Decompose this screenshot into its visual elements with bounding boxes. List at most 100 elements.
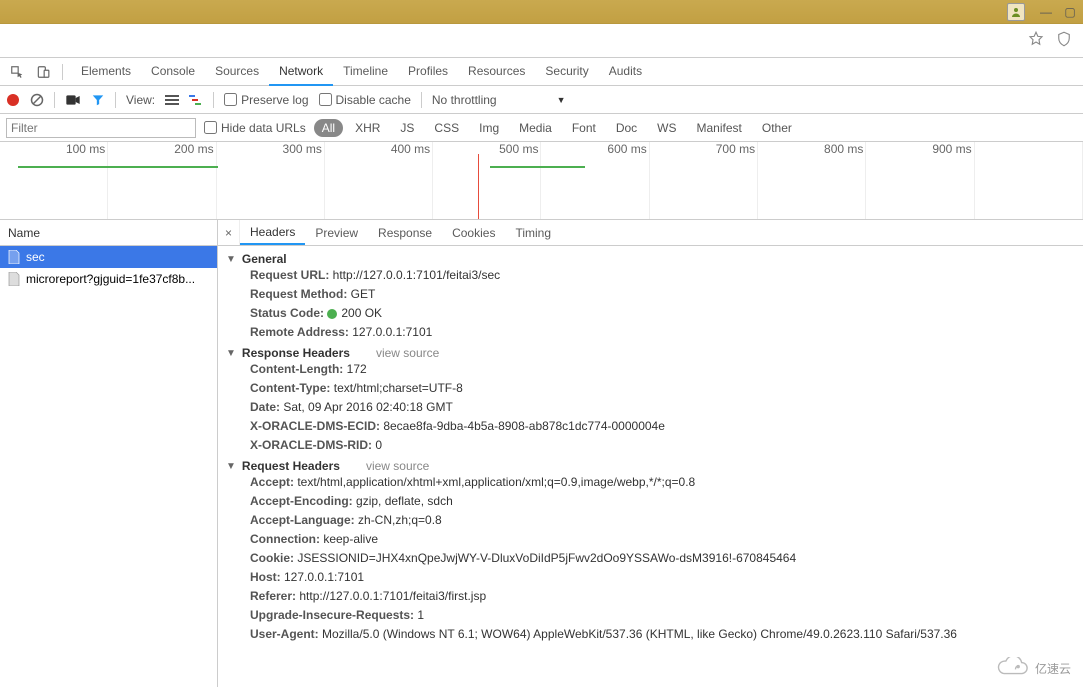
- header-row: Date: Sat, 09 Apr 2016 02:40:18 GMT: [226, 398, 1075, 417]
- timeline-tick: 200 ms: [108, 142, 216, 219]
- file-icon: [8, 250, 20, 264]
- timeline-tick: 800 ms: [758, 142, 866, 219]
- device-mode-icon[interactable]: [32, 61, 54, 83]
- view-waterfall-icon[interactable]: [189, 95, 203, 105]
- view-source-link[interactable]: view source: [366, 459, 429, 473]
- header-row: Connection: keep-alive: [226, 530, 1075, 549]
- request-item[interactable]: sec: [0, 246, 217, 268]
- type-filter-other[interactable]: Other: [754, 119, 800, 137]
- header-row: Status Code: 200 OK: [226, 304, 1075, 323]
- details-tabs: × HeadersPreviewResponseCookiesTiming: [218, 220, 1083, 246]
- headers-section-title[interactable]: ▼General: [226, 252, 1075, 266]
- bookmark-star-icon[interactable]: [1027, 30, 1045, 51]
- name-column: Name sec microreport?gjguid=1fe37cf8b...: [0, 220, 218, 687]
- header-row: Content-Length: 172: [226, 360, 1075, 379]
- timeline-tick: 100 ms: [0, 142, 108, 219]
- separator: [54, 92, 55, 108]
- chevron-down-icon: ▼: [226, 348, 236, 359]
- tab-security[interactable]: Security: [535, 58, 598, 86]
- timeline-tick: 500 ms: [433, 142, 541, 219]
- details-tab-headers[interactable]: Headers: [240, 220, 305, 245]
- record-icon[interactable]: [6, 93, 20, 107]
- details-tab-response[interactable]: Response: [368, 220, 442, 245]
- name-column-header[interactable]: Name: [0, 220, 217, 246]
- hide-data-urls-checkbox[interactable]: Hide data URLs: [204, 121, 306, 135]
- request-item[interactable]: microreport?gjguid=1fe37cf8b...: [0, 268, 217, 290]
- shield-icon[interactable]: [1055, 30, 1073, 51]
- close-details-button[interactable]: ×: [218, 220, 240, 245]
- type-filter-ws[interactable]: WS: [649, 119, 684, 137]
- header-row: Referer: http://127.0.0.1:7101/feitai3/f…: [226, 587, 1075, 606]
- type-filter-font[interactable]: Font: [564, 119, 604, 137]
- details-tab-cookies[interactable]: Cookies: [442, 220, 505, 245]
- filter-icon[interactable]: [91, 93, 105, 107]
- header-row: Accept: text/html,application/xhtml+xml,…: [226, 473, 1075, 492]
- header-row: Request Method: GET: [226, 285, 1075, 304]
- view-source-link[interactable]: view source: [376, 346, 439, 360]
- window-titlebar: — ▢: [0, 0, 1083, 24]
- tab-network[interactable]: Network: [269, 58, 333, 86]
- view-list-icon[interactable]: [165, 95, 179, 105]
- main-area: Name secmicroreport?gjguid=1fe37cf8b... …: [0, 220, 1083, 687]
- header-row: Cookie: JSESSIONID=JHX4xnQpeJwjWY-V-Dlux…: [226, 549, 1075, 568]
- header-row: X-ORACLE-DMS-RID: 0: [226, 436, 1075, 455]
- header-row: Upgrade-Insecure-Requests: 1: [226, 606, 1075, 625]
- separator: [62, 64, 63, 80]
- address-bar: [0, 24, 1083, 58]
- type-filter-media[interactable]: Media: [511, 119, 560, 137]
- tab-console[interactable]: Console: [141, 58, 205, 86]
- header-row: User-Agent: Mozilla/5.0 (Windows NT 6.1;…: [226, 625, 1075, 644]
- type-filter-img[interactable]: Img: [471, 119, 507, 137]
- chevron-down-icon: ▼: [226, 254, 236, 265]
- timeline-tick: 400 ms: [325, 142, 433, 219]
- tab-profiles[interactable]: Profiles: [398, 58, 458, 86]
- request-item-label: microreport?gjguid=1fe37cf8b...: [26, 272, 195, 286]
- details-panel: × HeadersPreviewResponseCookiesTiming ▼G…: [218, 220, 1083, 687]
- timeline-overview[interactable]: 100 ms200 ms300 ms400 ms500 ms600 ms700 …: [0, 142, 1083, 220]
- header-row: Content-Type: text/html;charset=UTF-8: [226, 379, 1075, 398]
- tab-timeline[interactable]: Timeline: [333, 58, 398, 86]
- headers-section-title[interactable]: ▼Response Headersview source: [226, 346, 1075, 360]
- chevron-down-icon: ▼: [226, 461, 236, 472]
- network-toolbar: View: Preserve log Disable cache No thro…: [0, 86, 1083, 114]
- request-item-label: sec: [26, 250, 45, 264]
- header-row: X-ORACLE-DMS-ECID: 8ecae8fa-9dba-4b5a-89…: [226, 417, 1075, 436]
- header-row: Remote Address: 127.0.0.1:7101: [226, 323, 1075, 342]
- timeline-tick: 900 ms: [866, 142, 974, 219]
- timeline-tick: 700 ms: [650, 142, 758, 219]
- timeline-tick: 600 ms: [541, 142, 649, 219]
- tab-resources[interactable]: Resources: [458, 58, 535, 86]
- type-filter-manifest[interactable]: Manifest: [689, 119, 750, 137]
- details-tab-timing[interactable]: Timing: [505, 220, 561, 245]
- inspect-element-icon[interactable]: [6, 61, 28, 83]
- header-row: Host: 127.0.0.1:7101: [226, 568, 1075, 587]
- type-filter-xhr[interactable]: XHR: [347, 119, 388, 137]
- type-filter-doc[interactable]: Doc: [608, 119, 645, 137]
- maximize-button[interactable]: ▢: [1061, 5, 1079, 19]
- type-filter-all[interactable]: All: [314, 119, 343, 137]
- minimize-button[interactable]: —: [1037, 5, 1055, 19]
- watermark: 亿速云: [995, 657, 1071, 679]
- camera-icon[interactable]: [65, 94, 81, 106]
- type-filter-css[interactable]: CSS: [426, 119, 467, 137]
- user-icon[interactable]: [1007, 3, 1025, 21]
- details-tab-preview[interactable]: Preview: [305, 220, 368, 245]
- devtools-tabs: ElementsConsoleSourcesNetworkTimelinePro…: [0, 58, 1083, 86]
- clear-icon[interactable]: [30, 93, 44, 107]
- tab-sources[interactable]: Sources: [205, 58, 269, 86]
- headers-section-title[interactable]: ▼Request Headersview source: [226, 459, 1075, 473]
- file-icon: [8, 272, 20, 286]
- view-label: View:: [126, 93, 155, 107]
- disable-cache-checkbox[interactable]: Disable cache: [319, 93, 411, 107]
- devtools: ElementsConsoleSourcesNetworkTimelinePro…: [0, 58, 1083, 687]
- tab-elements[interactable]: Elements: [71, 58, 141, 86]
- separator: [213, 92, 214, 108]
- type-filter-js[interactable]: JS: [392, 119, 422, 137]
- separator: [115, 92, 116, 108]
- tab-audits[interactable]: Audits: [599, 58, 652, 86]
- preserve-log-checkbox[interactable]: Preserve log: [224, 93, 308, 107]
- timeline-tick: 300 ms: [217, 142, 325, 219]
- throttling-select[interactable]: No throttling▼: [432, 93, 566, 107]
- header-row: Accept-Encoding: gzip, deflate, sdch: [226, 492, 1075, 511]
- filter-input[interactable]: [6, 118, 196, 138]
